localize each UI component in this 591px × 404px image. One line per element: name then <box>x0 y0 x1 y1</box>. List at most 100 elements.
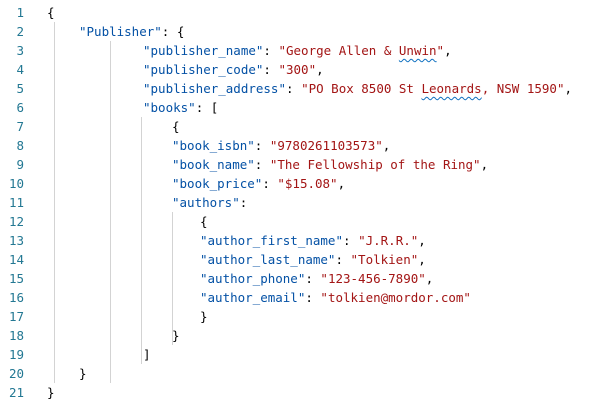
code-text: } <box>172 326 180 345</box>
code-line[interactable]: 21} <box>0 383 591 402</box>
code-line[interactable]: 11 "authors": <box>0 193 591 212</box>
json-string: "123-456-7890" <box>320 271 426 286</box>
line-number: 12 <box>8 214 24 229</box>
line-number: 18 <box>8 328 24 343</box>
line-number: 5 <box>16 81 24 96</box>
json-punctuation: , <box>564 81 573 96</box>
code-line[interactable]: 2 "Publisher": { <box>0 22 591 41</box>
code-line[interactable]: 17} <box>0 307 591 326</box>
code-text: "author_email": "tolkien@mordor.com" <box>200 288 471 307</box>
json-punctuation: ] <box>143 347 151 362</box>
line-number: 2 <box>16 24 24 39</box>
json-key: "books" <box>143 100 196 115</box>
code-text: } <box>79 364 87 383</box>
code-editor[interactable]: 1{2 "Publisher": {3 "publisher_name": "Geo… <box>0 3 591 404</box>
code-line[interactable]: 7{ <box>0 117 591 136</box>
line-number: 14 <box>8 252 24 267</box>
json-key: "book_name" <box>172 157 255 172</box>
code-line[interactable]: 5 "publisher_address": "PO Box 8500 St Le… <box>0 79 591 98</box>
json-punctuation: } <box>47 385 55 400</box>
json-punctuation: , <box>444 43 452 58</box>
json-key: "publisher_address" <box>143 81 286 96</box>
code-line[interactable]: 9 "book_name": "The Fellowship of the Rin… <box>0 155 591 174</box>
code-text: { <box>200 212 208 231</box>
json-key: "Publisher" <box>79 24 162 39</box>
json-string: " <box>436 43 445 58</box>
code-text: } <box>200 307 208 326</box>
json-punctuation: , <box>418 233 426 248</box>
json-string: , NSW 1590" <box>481 81 565 96</box>
code-text: "books": [ <box>143 98 218 117</box>
json-string: "9780261103573" <box>269 138 383 153</box>
json-punctuation: } <box>172 328 180 343</box>
code-line[interactable]: 8 "book_isbn": "9780261103573", <box>0 136 591 155</box>
json-key: "author_first_name" <box>200 233 343 248</box>
json-punctuation: : { <box>161 24 185 39</box>
json-string: "300" <box>278 62 317 77</box>
json-punctuation: : <box>254 138 270 153</box>
line-number: 10 <box>8 176 24 191</box>
code-line[interactable]: 19] <box>0 345 591 364</box>
code-line[interactable]: 12 { <box>0 212 591 231</box>
line-number: 1 <box>16 5 24 20</box>
code-line[interactable]: 16 "author_email": "tolkien@mordor.com" <box>0 288 591 307</box>
json-key: "book_isbn" <box>172 138 255 153</box>
code-text: "book_isbn": "9780261103573", <box>172 136 390 155</box>
json-punctuation: { <box>200 214 208 229</box>
code-line[interactable]: 4 "publisher_code": "300", <box>0 60 591 79</box>
line-number: 15 <box>8 271 24 286</box>
line-number: 16 <box>8 290 24 305</box>
json-string: "tolkien@mordor.com" <box>320 290 471 305</box>
json-punctuation: } <box>79 366 87 381</box>
json-string: "$15.08" <box>277 176 338 191</box>
code-text: "publisher_code": "300", <box>143 60 324 79</box>
json-string: "J.R.R." <box>358 233 419 248</box>
json-punctuation: { <box>47 5 55 20</box>
json-key: "publisher_name" <box>143 43 264 58</box>
json-punctuation: : <box>263 43 279 58</box>
code-line[interactable]: 20} <box>0 364 591 383</box>
json-string: "Tolkien" <box>350 252 419 267</box>
code-line[interactable]: 15 "author_phone": "123-456-7890", <box>0 269 591 288</box>
json-punctuation: } <box>200 309 208 324</box>
json-punctuation: , <box>337 176 346 191</box>
json-key: "author_email" <box>200 290 306 305</box>
line-number: 4 <box>16 62 24 77</box>
line-number: 17 <box>8 309 24 324</box>
code-text: "publisher_address": "PO Box 8500 St Leo… <box>143 79 572 98</box>
code-line[interactable]: 18} <box>0 326 591 345</box>
json-punctuation: : <box>262 176 278 191</box>
line-number: 8 <box>16 138 24 153</box>
code-line[interactable]: 13 "author_first_name": "J.R.R.", <box>0 231 591 250</box>
line-number: 13 <box>8 233 24 248</box>
json-punctuation: : <box>239 195 248 210</box>
code-line[interactable]: 1{ <box>0 3 591 22</box>
code-line[interactable]: 14 "author_last_name": "Tolkien", <box>0 250 591 269</box>
json-key: "author_last_name" <box>200 252 336 267</box>
line-number: 6 <box>16 100 24 115</box>
line-number: 19 <box>8 347 24 362</box>
code-text: "author_last_name": "Tolkien", <box>200 250 426 269</box>
json-string: "PO Box 8500 St <box>301 81 422 96</box>
code-text: ] <box>143 345 151 364</box>
json-punctuation: : <box>305 271 321 286</box>
json-string: Unwin <box>398 43 437 58</box>
json-punctuation: : <box>263 62 279 77</box>
code-line[interactable]: 3 "publisher_name": "George Allen & Unwin… <box>0 41 591 60</box>
line-number: 9 <box>16 157 24 172</box>
code-text: "authors": <box>172 193 247 212</box>
code-text: "author_first_name": "J.R.R.", <box>200 231 426 250</box>
code-line[interactable]: 10 "book_price": "$15.08", <box>0 174 591 193</box>
json-punctuation: : <box>286 81 302 96</box>
json-punctuation: { <box>172 119 180 134</box>
code-text: "book_price": "$15.08", <box>172 174 345 193</box>
json-punctuation: : [ <box>195 100 219 115</box>
line-number: 20 <box>8 366 24 381</box>
code-line[interactable]: 6 "books": [ <box>0 98 591 117</box>
line-number: 3 <box>16 43 24 58</box>
json-punctuation: , <box>382 138 391 153</box>
json-punctuation: , <box>480 157 489 172</box>
json-punctuation: : <box>254 157 270 172</box>
json-punctuation: , <box>418 252 426 267</box>
code-text: { <box>47 3 55 22</box>
